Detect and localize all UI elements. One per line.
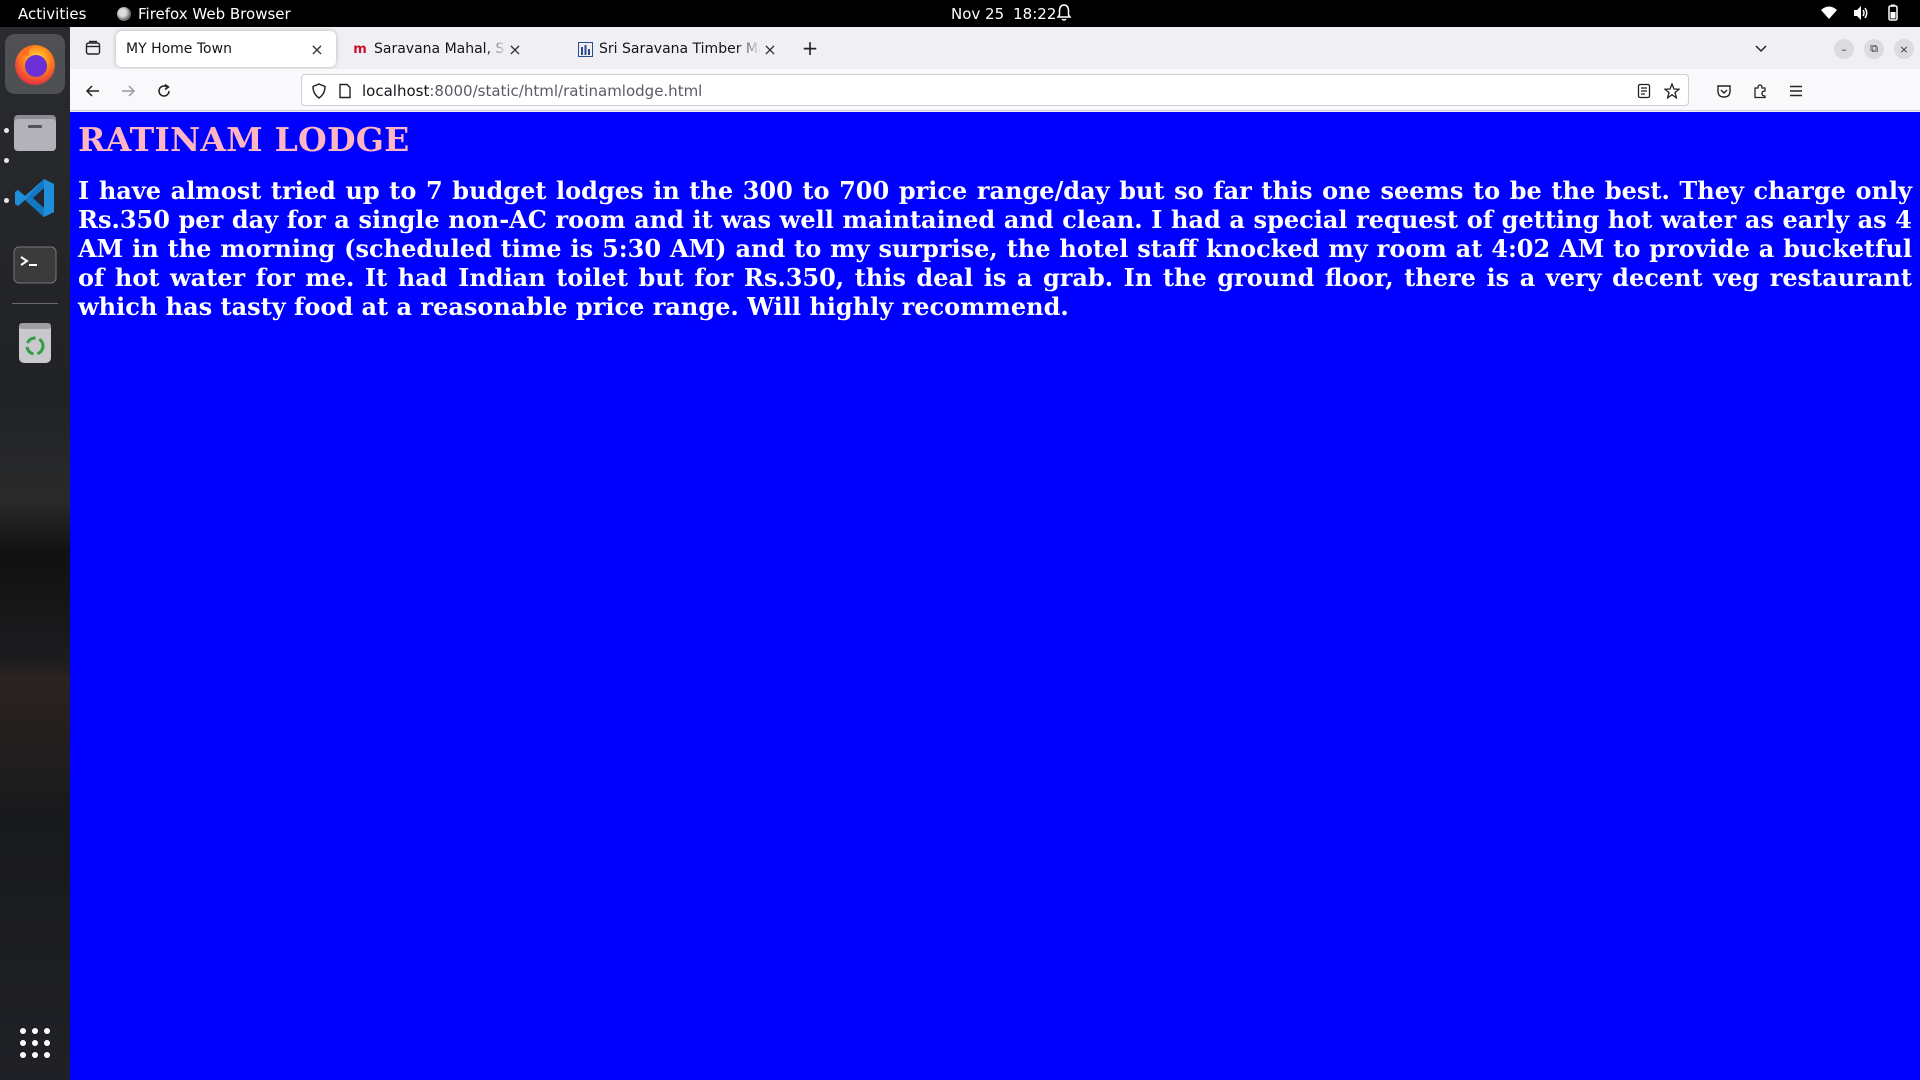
running-indicator (4, 198, 9, 203)
dock-files[interactable] (5, 101, 65, 161)
close-icon: × (1899, 42, 1909, 56)
bookmark-star-icon[interactable] (1663, 82, 1681, 100)
restore-button[interactable]: ⧉ (1864, 39, 1884, 59)
extensions-button[interactable] (1746, 77, 1774, 105)
tab-saravana-mahal[interactable]: m Saravana Mahal, Solar, Er × (342, 31, 534, 67)
close-tab-icon[interactable]: × (308, 40, 326, 59)
close-tab-icon[interactable]: × (761, 40, 779, 59)
clock[interactable]: Nov 25 18:22 (951, 5, 1056, 23)
tab-title: Sri Saravana Timber Mart (599, 41, 761, 57)
activities-button[interactable]: Activities (18, 5, 86, 23)
firefox-view-button[interactable] (80, 35, 106, 61)
hamburger-menu-icon (1790, 85, 1802, 97)
dock-app-grid[interactable] (5, 1013, 65, 1073)
firefox-view-icon (85, 40, 101, 55)
vscode-icon (15, 179, 54, 217)
app-menu[interactable]: Firefox Web Browser (117, 5, 291, 23)
clock-date: Nov 25 (951, 5, 1005, 23)
list-all-tabs-button[interactable] (1750, 37, 1772, 59)
reload-button[interactable] (150, 77, 178, 105)
arrow-right-icon (122, 85, 136, 97)
firefox-small-icon (117, 7, 131, 21)
battery-icon (1888, 4, 1898, 21)
url-bar[interactable]: localhost:8000/static/html/ratinamlodge.… (301, 74, 1689, 106)
close-window-button[interactable]: × (1894, 39, 1914, 59)
m-favicon-icon: m (353, 41, 367, 57)
review-paragraph: I have almost tried up to 7 budget lodge… (78, 176, 1912, 321)
chart-favicon-icon (577, 41, 593, 57)
wifi-icon (1821, 6, 1837, 19)
minimize-icon: – (1841, 42, 1847, 56)
tab-title: MY Home Town (126, 41, 232, 57)
url-path: :8000/static/html/ratinamlodge.html (429, 82, 703, 100)
tab-title: Saravana Mahal, Solar, Er (374, 41, 506, 57)
app-grid-icon (20, 1028, 50, 1058)
dock-firefox[interactable] (5, 34, 65, 94)
pocket-button[interactable] (1710, 77, 1738, 105)
new-tab-button[interactable]: + (797, 35, 823, 61)
plus-icon: + (801, 36, 819, 60)
app-menu-button[interactable] (1782, 77, 1810, 105)
chevron-down-icon (1755, 45, 1767, 53)
running-indicator (4, 158, 9, 163)
puzzle-icon (1754, 84, 1766, 99)
dock (0, 27, 70, 1080)
minimize-button[interactable]: – (1834, 39, 1854, 59)
tab-sri-saravana-timber[interactable]: Sri Saravana Timber Mart × (567, 31, 789, 67)
firefox-icon (15, 45, 55, 85)
terminal-icon (13, 246, 57, 284)
reader-view-icon[interactable] (1635, 82, 1653, 100)
dock-separator (12, 303, 58, 304)
page-content: RATINAM LODGE I have almost tried up to … (70, 112, 1920, 1080)
volume-icon (1854, 6, 1868, 20)
tab-bar: MY Home Town × m Saravana Mahal, Solar, … (70, 27, 1920, 69)
notification-bell-icon[interactable] (1056, 4, 1072, 22)
trash-icon (19, 323, 51, 363)
page-info-icon[interactable] (336, 82, 354, 100)
navigation-toolbar: localhost:8000/static/html/ratinamlodge.… (70, 69, 1920, 111)
dock-terminal[interactable] (5, 235, 65, 295)
system-tray[interactable] (1820, 4, 1902, 22)
dock-trash[interactable] (5, 312, 65, 372)
page-heading: RATINAM LODGE (78, 120, 410, 159)
app-menu-label: Firefox Web Browser (138, 5, 291, 23)
reload-icon (158, 83, 170, 97)
browser-window: MY Home Town × m Saravana Mahal, Solar, … (70, 27, 1920, 1080)
arrow-left-icon (85, 85, 99, 97)
url-host: localhost (362, 82, 430, 100)
tab-my-home-town[interactable]: MY Home Town × (116, 31, 336, 67)
forward-button[interactable] (114, 77, 142, 105)
pocket-icon (1717, 85, 1731, 98)
clock-time: 18:22 (1013, 5, 1057, 23)
url-text[interactable]: localhost:8000/static/html/ratinamlodge.… (362, 82, 702, 100)
system-top-bar: Activities Firefox Web Browser Nov 25 18… (0, 0, 1920, 27)
dock-vscode[interactable] (5, 168, 65, 228)
close-tab-icon[interactable]: × (506, 40, 524, 59)
shield-icon[interactable] (310, 82, 328, 100)
restore-icon: ⧉ (1870, 42, 1878, 55)
back-button[interactable] (79, 77, 107, 105)
folder-icon (14, 115, 56, 151)
